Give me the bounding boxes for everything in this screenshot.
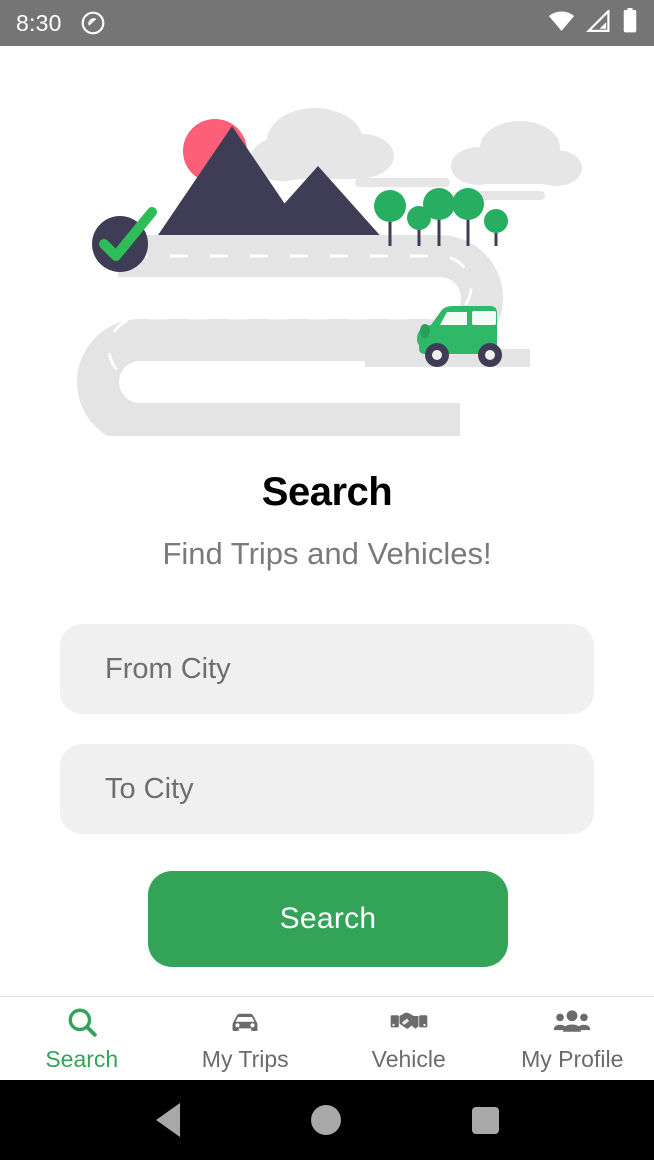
status-bar: 8:30 (0, 0, 654, 46)
recents-button[interactable] (471, 1106, 499, 1134)
app-content: Search Find Trips and Vehicles! Search S… (0, 46, 654, 1080)
magnifier-icon (65, 1004, 99, 1040)
car-icon (227, 1004, 263, 1040)
people-group-icon (553, 1004, 591, 1040)
cloud-shapes (250, 108, 582, 200)
handshake-icon (390, 1004, 428, 1040)
back-button[interactable] (155, 1103, 180, 1137)
search-button[interactable]: Search (148, 871, 508, 967)
to-city-input[interactable] (60, 744, 594, 834)
status-bar-icons (548, 7, 638, 38)
tab-my-profile-label: My Profile (521, 1046, 624, 1072)
from-city-input[interactable] (60, 624, 594, 714)
wifi-icon (548, 10, 575, 37)
circle-icon (310, 1105, 341, 1135)
android-nav-bar (0, 1080, 654, 1160)
page-title: Search (261, 470, 393, 514)
tab-search-label: Search (45, 1046, 119, 1072)
home-button[interactable] (310, 1105, 341, 1135)
tab-my-trips[interactable]: My Trips (164, 997, 328, 1080)
tab-vehicle-label: Vehicle (371, 1046, 446, 1072)
tab-search[interactable]: Search (0, 997, 164, 1080)
battery-icon (622, 8, 638, 38)
tab-my-profile[interactable]: My Profile (491, 997, 654, 1080)
cellular-signal-icon (585, 7, 611, 37)
page-subtitle: Find Trips and Vehicles! (162, 536, 492, 571)
dnd-icon (80, 10, 106, 36)
status-bar-clock: 8:30 (16, 9, 62, 36)
square-icon (471, 1106, 499, 1134)
tab-my-trips-label: My Trips (201, 1046, 289, 1072)
bottom-tab-bar: Search My Trips Vehicle My Profile (0, 996, 654, 1080)
phone-screen: 8:30 Search Find Trips and Vehicles! Fro… (0, 0, 654, 1160)
road-trip-illustration (0, 96, 654, 445)
tab-vehicle[interactable]: Vehicle (327, 997, 491, 1080)
triangle-left-icon (155, 1103, 180, 1137)
